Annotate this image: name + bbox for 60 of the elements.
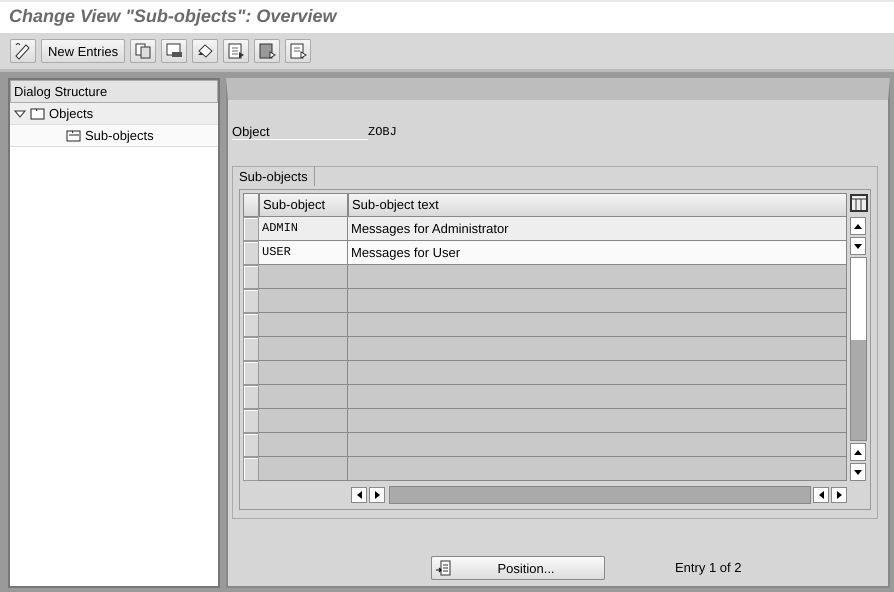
input-field[interactable]: Messages for User bbox=[348, 241, 847, 265]
position-button[interactable]: Position... bbox=[431, 556, 605, 580]
right-arrow-icon bbox=[836, 491, 842, 499]
delete-button[interactable] bbox=[161, 39, 188, 63]
field-value: ZOBJ bbox=[368, 125, 397, 139]
scroll-up-button[interactable] bbox=[850, 443, 866, 461]
row-selector[interactable] bbox=[243, 457, 259, 481]
left-arrow-icon bbox=[818, 491, 824, 499]
select-block-icon bbox=[257, 41, 278, 61]
row-selector[interactable] bbox=[243, 385, 259, 409]
edit-button[interactable] bbox=[10, 39, 36, 63]
scroll-up-button[interactable] bbox=[850, 217, 866, 235]
deselect-icon bbox=[288, 41, 308, 61]
input-field[interactable]: Messages for Administrator bbox=[348, 217, 847, 241]
row-selector[interactable] bbox=[243, 433, 259, 457]
table-cell: USER bbox=[259, 241, 348, 265]
column-header[interactable]: Sub-object text bbox=[348, 193, 847, 217]
down-arrow-icon bbox=[854, 470, 862, 474]
deselect-button[interactable] bbox=[285, 39, 312, 63]
field-label: Object bbox=[232, 124, 368, 140]
up-arrow-icon bbox=[854, 224, 862, 228]
left-arrow-icon bbox=[356, 491, 362, 499]
select-all-handle[interactable] bbox=[243, 193, 259, 217]
scroll-left-button[interactable] bbox=[351, 487, 367, 503]
down-arrow-icon bbox=[854, 244, 862, 248]
folder-icon bbox=[30, 106, 45, 121]
select-block-button[interactable] bbox=[254, 39, 280, 63]
panel-header: Dialog Structure bbox=[10, 80, 218, 103]
right-arrow-icon bbox=[374, 491, 380, 499]
copy-button[interactable] bbox=[130, 39, 156, 63]
tree-item[interactable]: Objects bbox=[49, 106, 94, 121]
scroll-down-button[interactable] bbox=[850, 237, 866, 255]
scroll-right-button[interactable] bbox=[831, 487, 847, 503]
select-all-icon bbox=[226, 41, 246, 61]
row-selector[interactable] bbox=[243, 217, 259, 241]
entry-counter: Entry 1 of 2 bbox=[675, 559, 742, 577]
row-selector[interactable] bbox=[243, 241, 259, 265]
scroll-right-button[interactable] bbox=[369, 487, 385, 503]
folder-icon bbox=[66, 128, 81, 143]
column-settings-icon[interactable] bbox=[849, 193, 869, 213]
collapse-icon[interactable] bbox=[14, 108, 26, 120]
scroll-track[interactable] bbox=[850, 257, 867, 441]
up-arrow-icon bbox=[854, 450, 862, 454]
row-selector[interactable] bbox=[243, 265, 259, 289]
column-header[interactable]: Sub-object bbox=[259, 193, 348, 217]
row-selector[interactable] bbox=[243, 409, 259, 433]
scroll-track[interactable] bbox=[389, 486, 811, 504]
scroll-down-button[interactable] bbox=[850, 463, 866, 481]
undo-button[interactable] bbox=[192, 39, 218, 63]
window-title: Change View "Sub-objects": Overview bbox=[9, 5, 336, 28]
row-selector[interactable] bbox=[243, 337, 259, 361]
row-selector[interactable] bbox=[243, 361, 259, 385]
scroll-left-button[interactable] bbox=[813, 487, 829, 503]
row-selector[interactable] bbox=[243, 313, 259, 337]
select-all-button[interactable] bbox=[223, 39, 250, 63]
copy-icon bbox=[133, 41, 154, 61]
row-selector[interactable] bbox=[243, 289, 259, 313]
table-cell: ADMIN bbox=[259, 217, 348, 241]
new-entries-button[interactable]: New Entries bbox=[41, 39, 126, 63]
position-icon bbox=[435, 560, 451, 576]
